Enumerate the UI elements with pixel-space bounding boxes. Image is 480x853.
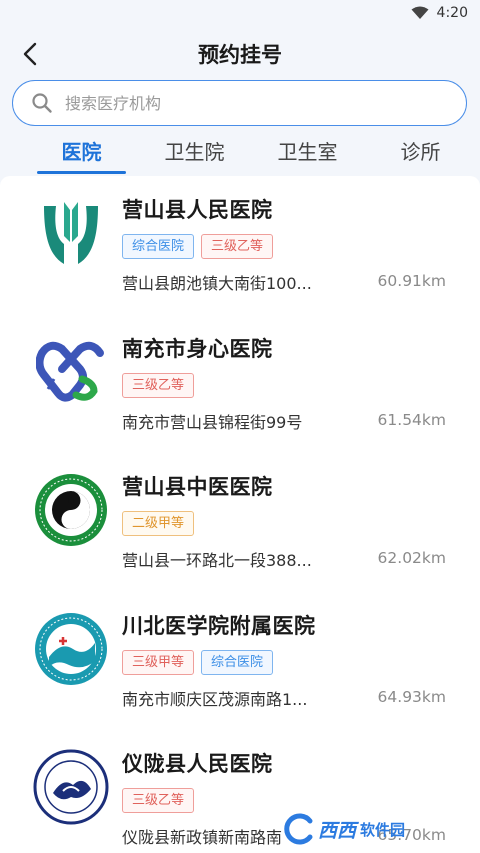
watermark-logo-icon <box>284 813 313 845</box>
search-input[interactable] <box>65 93 425 113</box>
yingshan-people-hospital-logo <box>32 194 110 272</box>
tag-group: 二级甲等 <box>122 511 195 536</box>
wifi-icon <box>411 6 429 20</box>
hospital-level-tag: 三级乙等 <box>122 372 195 398</box>
hospital-type-tag: 综合医院 <box>201 649 274 675</box>
watermark: 西西 软件园 <box>282 807 472 851</box>
hospital-distance: 61.54km <box>377 410 446 429</box>
status-time: 4:20 <box>436 5 468 21</box>
hospital-level-tag: 三级甲等 <box>122 649 195 675</box>
header: 预约挂号 <box>0 26 480 82</box>
tag-group: 三级甲等 综合医院 <box>122 649 274 675</box>
hospital-name: 南充市身心医院 <box>122 336 273 361</box>
page-title: 预约挂号 <box>198 43 282 67</box>
hospital-address: 仪陇县新政镇新南路南 <box>122 828 283 847</box>
hospital-address: 营山县朗池镇大南街100... <box>122 274 312 293</box>
watermark-text-2: 软件园 <box>360 820 406 839</box>
yilong-people-hospital-logo <box>32 748 110 826</box>
tab-hospital[interactable]: 医院 <box>25 130 138 174</box>
tab-clinic[interactable]: 诊所 <box>364 130 477 174</box>
hospital-level-tag: 三级乙等 <box>122 788 195 813</box>
yingshan-tcm-hospital-logo <box>32 471 110 549</box>
hospital-list: 营山县人民医院 综合医院 三级乙等 营山县朗池镇大南街100... 60.91k… <box>0 176 480 853</box>
tab-health-center[interactable]: 卫生院 <box>138 130 251 174</box>
hospital-name: 营山县人民医院 <box>122 198 273 222</box>
chuanbei-medical-college-hospital-logo <box>32 610 110 688</box>
hospital-distance: 62.02km <box>377 549 446 567</box>
list-item[interactable]: 营山县中医医院 二级甲等 营山县一环路北一段388... 62.02km <box>0 453 480 592</box>
list-item[interactable]: 南充市身心医院 三级乙等 南充市营山县锦程街99号 61.54km <box>0 315 480 454</box>
tag-group: 综合医院 三级乙等 <box>122 234 274 259</box>
hospital-address: 营山县一环路北一段388... <box>122 551 312 570</box>
hospital-address: 南充市顺庆区茂源南路1... <box>122 689 308 709</box>
hospital-name: 仪陇县人民医院 <box>122 752 273 776</box>
chevron-left-icon <box>23 42 37 66</box>
tab-clinic-room[interactable]: 卫生室 <box>251 130 364 174</box>
hospital-level-tag: 三级乙等 <box>201 234 274 259</box>
status-bar: 4:20 <box>0 0 480 26</box>
back-button[interactable] <box>14 38 46 70</box>
hospital-type-tag: 综合医院 <box>122 234 195 259</box>
list-item[interactable]: 川北医学院附属医院 三级甲等 综合医院 南充市顺庆区茂源南路1... 64.93… <box>0 592 480 731</box>
list-item[interactable]: 营山县人民医院 综合医院 三级乙等 营山县朗池镇大南街100... 60.91k… <box>0 176 480 315</box>
hospital-name: 川北医学院附属医院 <box>122 613 316 638</box>
hospital-name: 营山县中医医院 <box>122 475 273 499</box>
search-icon <box>31 92 53 114</box>
search-bar[interactable] <box>12 80 467 126</box>
nanchong-mind-body-hospital-logo <box>32 333 110 411</box>
watermark-text: 西西 <box>318 819 357 842</box>
hospital-distance: 60.91km <box>377 272 446 290</box>
hospital-address: 南充市营山县锦程街99号 <box>122 412 303 432</box>
tag-group: 三级乙等 <box>122 788 195 813</box>
category-tabs: 医院 卫生院 卫生室 诊所 <box>0 130 480 174</box>
tag-group: 三级乙等 <box>122 372 195 398</box>
hospital-distance: 64.93km <box>377 687 446 706</box>
hospital-level-tag: 二级甲等 <box>122 511 195 536</box>
